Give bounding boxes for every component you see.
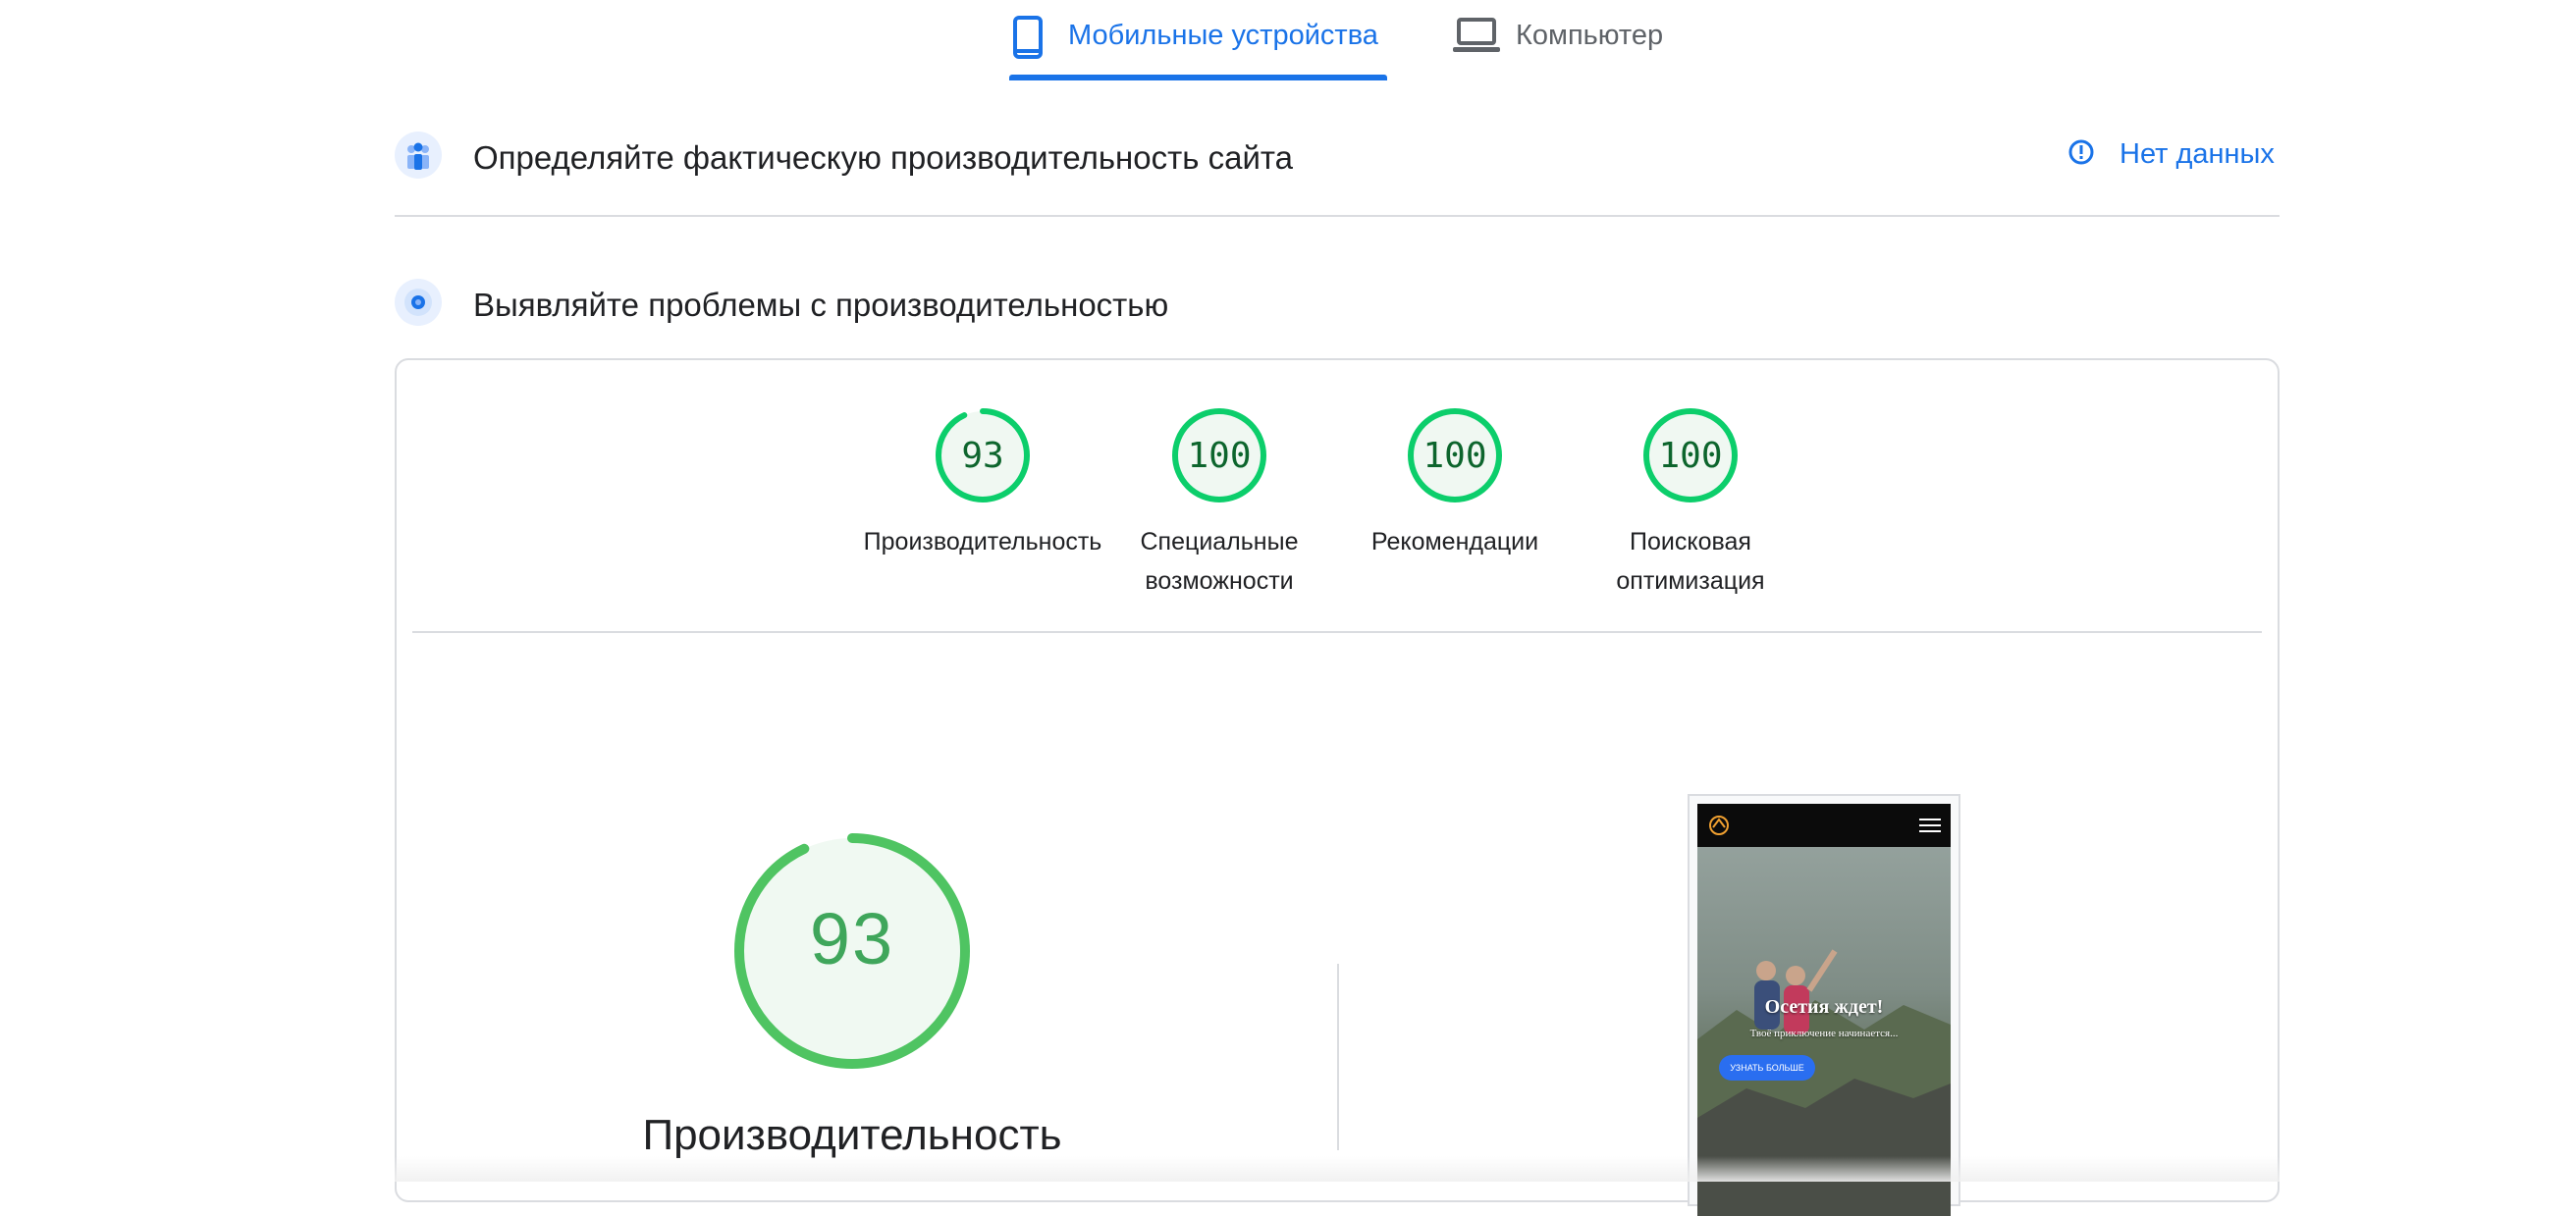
no-data-label: Нет данных xyxy=(2120,138,2275,170)
score-label-line: Поисковая xyxy=(1630,528,1751,555)
bottom-shadow xyxy=(395,1156,2280,1182)
score-label-line: оптимизация xyxy=(1616,567,1765,595)
tab-desktop[interactable]: Компьютер xyxy=(1453,0,1718,82)
active-tab-indicator xyxy=(1009,75,1387,80)
score-value: 100 xyxy=(1422,436,1487,476)
score-label: Поисковая оптимизация xyxy=(1563,522,1818,601)
smartphone-icon xyxy=(1011,16,1045,64)
laptop-icon xyxy=(1453,18,1500,58)
score-value: 93 xyxy=(961,436,1004,476)
score-label: Производительность xyxy=(855,522,1110,561)
tab-mobile-label: Мобильные устройства xyxy=(1068,20,1378,51)
info-icon xyxy=(2066,137,2096,172)
score-label-line: Специальные xyxy=(1140,528,1299,555)
hamburger-menu-icon xyxy=(1919,819,1941,832)
page-screenshot-preview[interactable]: Осетия ждет! Твоё приключение начинается… xyxy=(1688,794,1960,1216)
performance-score-value: 93 xyxy=(809,898,895,979)
hero-cta-button: УЗНАТЬ БОЛЬШЕ xyxy=(1719,1055,1815,1081)
score-value: 100 xyxy=(1658,436,1723,476)
performance-title: Производительность xyxy=(642,1111,1062,1159)
phone-screen: Осетия ждет! Твоё приключение начинается… xyxy=(1697,804,1951,1216)
score-label-line: Производительность xyxy=(863,528,1102,555)
field-data-icon xyxy=(395,132,442,184)
tab-mobile[interactable]: Мобильные устройства xyxy=(1009,0,1387,82)
tab-desktop-label: Компьютер xyxy=(1516,20,1664,51)
hero-subtitle: Твоё приключение начинается... xyxy=(1749,1028,1899,1039)
lab-data-icon xyxy=(395,279,442,331)
score-label: Рекомендации xyxy=(1327,522,1583,561)
site-logo-icon xyxy=(1709,816,1729,835)
lab-data-title: Выявляйте проблемы с производительностью xyxy=(473,287,1169,323)
score-label-line: Рекомендации xyxy=(1370,528,1539,555)
score-label: Специальные возможности xyxy=(1092,522,1347,601)
gauges-divider xyxy=(412,631,2262,633)
score-label-line: возможности xyxy=(1145,567,1294,595)
score-value: 100 xyxy=(1187,436,1252,476)
hero-title: Осетия ждет! xyxy=(1764,996,1884,1018)
vertical-divider xyxy=(1337,964,1339,1150)
phone-navbar xyxy=(1697,804,1951,847)
section-divider xyxy=(395,215,2280,217)
no-data-link[interactable]: Нет данных xyxy=(2066,137,2275,172)
field-data-title: Определяйте фактическую производительнос… xyxy=(473,139,1293,176)
